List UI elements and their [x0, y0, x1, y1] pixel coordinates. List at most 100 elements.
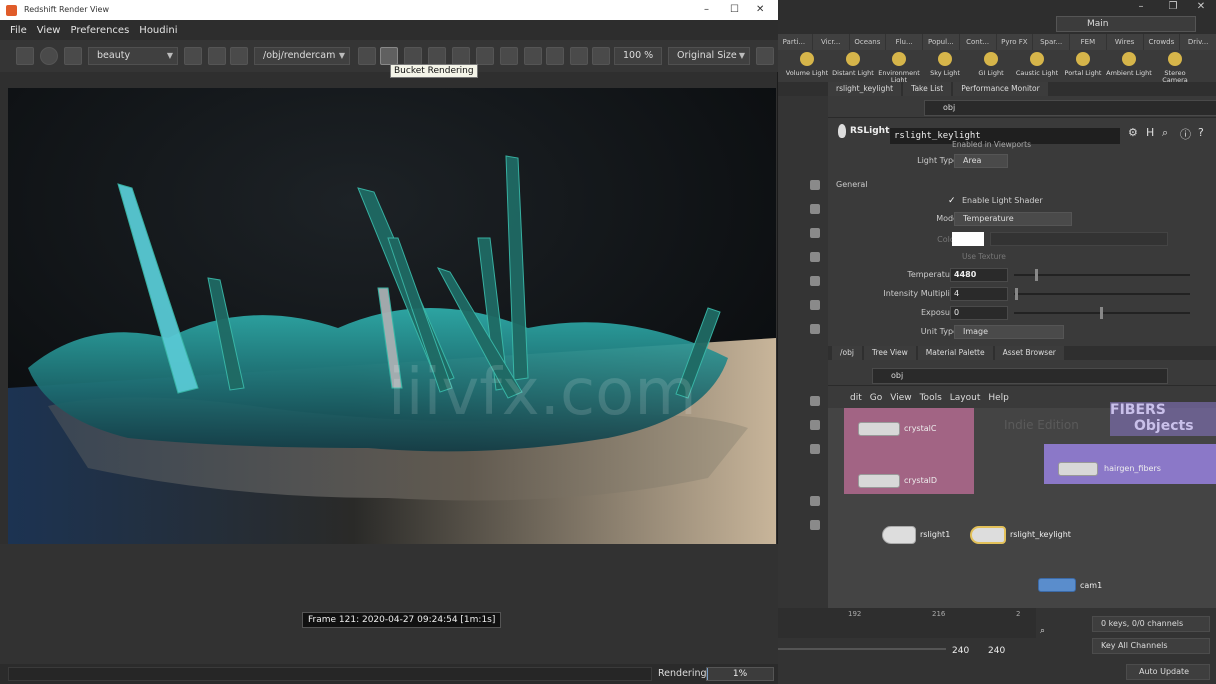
camera-tool-icon[interactable] [810, 420, 820, 430]
rv-maximize-icon[interactable]: ☐ [730, 0, 739, 20]
save-icon[interactable] [592, 47, 610, 65]
intensity-slider-knob[interactable] [1015, 288, 1018, 300]
intensity-field[interactable]: 4 [950, 287, 1008, 301]
tab-take-list[interactable]: Take List [903, 82, 952, 96]
checkmark-icon[interactable]: ✓ [948, 196, 956, 206]
refresh-icon[interactable] [64, 47, 82, 65]
restore-icon[interactable]: ❐ [1160, 0, 1186, 14]
shelf-tab[interactable]: Wires [1106, 34, 1143, 50]
shelf-tool[interactable]: Stereo Camera [1152, 50, 1198, 84]
desktop-selector[interactable]: Main [1056, 16, 1196, 32]
render-image[interactable]: iiivfx.com [8, 88, 776, 544]
zoom-select[interactable]: 100 % [614, 47, 662, 65]
shelf-tab[interactable]: Flu... [886, 34, 922, 50]
frame-end[interactable]: 240 [988, 646, 1005, 656]
menu-edit[interactable]: dit [850, 393, 862, 403]
select-tool-icon[interactable] [810, 180, 820, 190]
gear-icon[interactable]: ⚙ [1128, 126, 1138, 139]
shelf-tab[interactable]: Oceans [849, 34, 886, 50]
tab-performance-monitor[interactable]: Performance Monitor [953, 82, 1048, 96]
menu-view[interactable]: View [37, 25, 61, 36]
lock-icon[interactable] [404, 47, 422, 65]
rv-minimize-icon[interactable]: – [704, 0, 709, 20]
network-canvas[interactable]: crystalC crystalD Indie Edition FIBERS O… [828, 402, 1216, 608]
shelf-tool[interactable]: Environment Light [876, 50, 922, 84]
shelf-tool[interactable]: Distant Light [830, 50, 876, 82]
render-start-icon[interactable] [40, 47, 58, 65]
node-rslight1[interactable] [882, 526, 916, 544]
mode-menu[interactable]: Temperature [954, 212, 1072, 226]
temperature-field[interactable]: 4480 [950, 268, 1008, 282]
tab-obj[interactable]: /obj [832, 346, 862, 360]
menu-file[interactable]: File [10, 25, 27, 36]
minimize-icon[interactable]: – [1128, 0, 1154, 14]
light-type-menu[interactable]: Area [954, 154, 1008, 168]
tab-rslight-keylight[interactable]: rslight_keylight [828, 82, 902, 96]
zoom-icon[interactable]: ⌕ [1040, 626, 1045, 636]
menu-preferences[interactable]: Preferences [70, 25, 129, 36]
menu-houdini[interactable]: Houdini [139, 25, 177, 36]
render-settings-gear-icon[interactable] [756, 47, 774, 65]
range-slider[interactable] [776, 648, 946, 650]
scale-tool-icon[interactable] [810, 252, 820, 262]
menu-go[interactable]: Go [870, 393, 882, 403]
search-icon[interactable]: ⌕ [1162, 126, 1168, 140]
menu-layout[interactable]: Layout [950, 393, 981, 403]
unit-type-menu[interactable]: Image [954, 325, 1064, 339]
bucket-rendering-icon[interactable] [380, 47, 398, 65]
exposure-slider-knob[interactable] [1100, 307, 1103, 319]
temperature-slider-knob[interactable] [1035, 269, 1038, 281]
close-icon[interactable]: ✕ [1188, 0, 1214, 14]
ipr-icon[interactable] [428, 47, 446, 65]
tab-asset-browser[interactable]: Asset Browser [994, 346, 1064, 360]
camera-select[interactable]: /obj/rendercam ▼ [254, 47, 350, 65]
param-path-field[interactable]: obj [924, 100, 1216, 116]
frame-start[interactable]: 240 [952, 646, 969, 656]
menu-view[interactable]: View [890, 393, 911, 403]
shelf-tool[interactable]: Ambient Light [1106, 50, 1152, 82]
region-icon[interactable] [230, 47, 248, 65]
film-icon[interactable] [570, 47, 588, 65]
node-crystald[interactable] [858, 474, 900, 488]
stop-icon[interactable] [208, 47, 226, 65]
keys-channels-display[interactable]: 0 keys, 0/0 channels [1092, 616, 1210, 632]
shelf-tab[interactable]: Popul... [923, 34, 959, 50]
auto-update-menu[interactable]: Auto Update [1126, 664, 1210, 680]
menu-tools[interactable]: Tools [920, 393, 942, 403]
shelf-tool[interactable]: Caustic Light [1014, 50, 1060, 82]
info-icon[interactable]: ⓘ [1180, 126, 1191, 142]
color-swatch[interactable] [952, 232, 984, 246]
size-mode-select[interactable]: Original Size ▼ [668, 47, 750, 65]
menu-help[interactable]: Help [988, 393, 1009, 403]
shelf-tab[interactable]: Pyro FX [996, 34, 1033, 50]
wire-tool-icon[interactable] [810, 520, 820, 530]
shelf-tool[interactable]: GI Light [968, 50, 1014, 82]
crop-icon[interactable] [476, 47, 494, 65]
intensity-slider[interactable] [1014, 293, 1190, 295]
fit-icon[interactable] [500, 47, 518, 65]
shelf-tab[interactable]: FEM [1070, 34, 1106, 50]
clear-icon[interactable] [184, 47, 202, 65]
timeline-ruler[interactable] [776, 608, 1036, 638]
temperature-slider[interactable] [1014, 274, 1190, 276]
progressive-icon[interactable] [358, 47, 376, 65]
node-hairgen[interactable] [1058, 462, 1098, 476]
node-rslight-keylight[interactable] [970, 526, 1006, 544]
shelf-tab[interactable]: Spar... [1033, 34, 1069, 50]
help-icon[interactable]: ? [1198, 126, 1204, 139]
node-cam1[interactable] [1038, 578, 1076, 592]
node-crystalc[interactable] [858, 422, 900, 436]
shelf-tab[interactable]: Vicr... [812, 34, 849, 50]
aov-select[interactable]: beauty ▼ [88, 47, 178, 65]
shelf-tool[interactable]: Portal Light [1060, 50, 1106, 82]
snapshot-icon[interactable] [16, 47, 34, 65]
rv-close-icon[interactable]: ✕ [756, 0, 764, 20]
network-path-field[interactable]: obj [872, 368, 1168, 384]
shelf-tool[interactable]: Sky Light [922, 50, 968, 82]
expand-icon[interactable] [524, 47, 542, 65]
help-h-icon[interactable]: H [1146, 126, 1154, 139]
compare-icon[interactable] [546, 47, 564, 65]
color-value-field[interactable] [990, 232, 1168, 246]
shelf-tab[interactable]: Cont... [959, 34, 996, 50]
display-tool-icon[interactable] [810, 496, 820, 506]
